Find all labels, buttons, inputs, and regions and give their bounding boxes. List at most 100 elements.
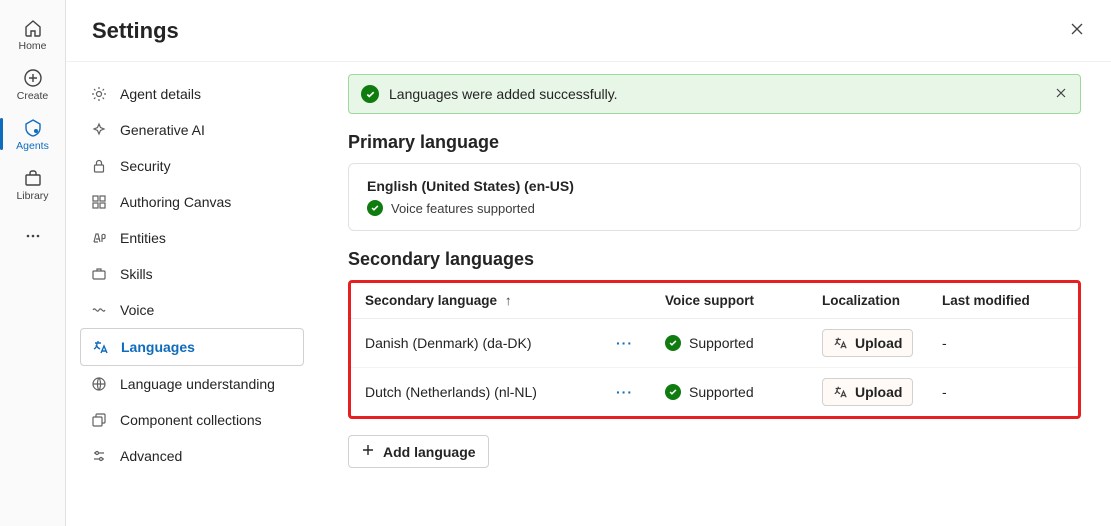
rail-item-library[interactable]: Library — [0, 160, 65, 208]
nav-label: Security — [120, 158, 171, 174]
secondary-heading: Secondary languages — [348, 249, 1081, 270]
table-header-row: Secondary language ↑ Voice support Local… — [351, 283, 1078, 319]
translate-icon — [833, 336, 847, 350]
nav-security[interactable]: Security — [80, 148, 304, 184]
translate-icon — [833, 385, 847, 399]
nav-authoring-canvas[interactable]: Authoring Canvas — [80, 184, 304, 220]
col-header-label: Last modified — [942, 293, 1030, 308]
ellipsis-icon: ··· — [616, 384, 633, 400]
nav-label: Authoring Canvas — [120, 194, 231, 210]
col-header-modified[interactable]: Last modified — [928, 283, 1078, 319]
primary-language-name: English (United States) (en-US) — [367, 178, 1062, 194]
nav-voice[interactable]: Voice — [80, 292, 304, 328]
close-button[interactable] — [1063, 17, 1091, 45]
gear-icon — [90, 85, 108, 103]
translate-icon — [91, 338, 109, 356]
nav-entities[interactable]: Entities — [80, 220, 304, 256]
main: Settings Agent details Generative AI — [66, 0, 1111, 526]
nav-component-collections[interactable]: Component collections — [80, 402, 304, 438]
settings-header: Settings — [66, 0, 1111, 62]
col-header-voice[interactable]: Voice support — [651, 283, 808, 319]
nav-label: Generative AI — [120, 122, 205, 138]
col-header-language[interactable]: Secondary language ↑ — [351, 283, 651, 319]
close-icon — [1069, 21, 1085, 40]
sort-asc-icon: ↑ — [505, 293, 512, 308]
nav-language-understanding[interactable]: Language understanding — [80, 366, 304, 402]
col-header-label: Secondary language — [365, 293, 497, 308]
nav-label: Agent details — [120, 86, 201, 102]
page-title: Settings — [92, 18, 179, 44]
table-row: Dutch (Netherlands) (nl-NL) ··· — [351, 368, 1078, 417]
rail-label: Home — [18, 40, 46, 52]
col-header-label: Voice support — [665, 293, 754, 308]
col-header-label: Localization — [822, 293, 900, 308]
add-language-label: Add language — [383, 444, 476, 460]
close-icon — [1054, 86, 1068, 103]
check-circle-icon — [665, 384, 681, 400]
primary-voice-status-text: Voice features supported — [391, 201, 535, 216]
agent-icon — [23, 118, 43, 138]
nav-label: Language understanding — [120, 376, 275, 392]
last-modified: - — [942, 335, 947, 351]
library-icon — [23, 168, 43, 188]
upload-button-label: Upload — [855, 384, 902, 400]
globe-icon — [90, 375, 108, 393]
sparkle-icon — [90, 121, 108, 139]
nav-label: Component collections — [120, 412, 262, 428]
rail-item-more[interactable] — [0, 218, 65, 252]
nav-languages[interactable]: Languages — [80, 328, 304, 366]
nav-label: Entities — [120, 230, 166, 246]
nav-agent-details[interactable]: Agent details — [80, 76, 304, 112]
col-header-localization[interactable]: Localization — [808, 283, 928, 319]
upload-button[interactable]: Upload — [822, 378, 913, 406]
rail-label: Create — [17, 90, 49, 102]
secondary-languages-table: Secondary language ↑ Voice support Local… — [351, 283, 1078, 416]
primary-voice-status: Voice features supported — [367, 200, 1062, 216]
alert-message: Languages were added successfully. — [389, 86, 1044, 102]
language-name: Dutch (Netherlands) (nl-NL) — [365, 384, 537, 400]
nav-generative-ai[interactable]: Generative AI — [80, 112, 304, 148]
row-more-button[interactable]: ··· — [612, 335, 637, 351]
nav-label: Advanced — [120, 448, 182, 464]
app-root: Home Create Agents Library — [0, 0, 1111, 526]
last-modified: - — [942, 384, 947, 400]
nav-label: Voice — [120, 302, 154, 318]
nav-advanced[interactable]: Advanced — [80, 438, 304, 474]
rail-item-agents[interactable]: Agents — [0, 110, 65, 158]
voice-support-text: Supported — [689, 335, 754, 351]
app-rail: Home Create Agents Library — [0, 0, 66, 526]
plus-icon — [361, 443, 375, 460]
upload-button[interactable]: Upload — [822, 329, 913, 357]
rail-item-home[interactable]: Home — [0, 10, 65, 58]
row-more-button[interactable]: ··· — [612, 384, 637, 400]
rail-label: Library — [16, 190, 48, 202]
check-circle-icon — [367, 200, 383, 216]
sliders-icon — [90, 447, 108, 465]
entity-icon — [90, 229, 108, 247]
wave-icon — [90, 301, 108, 319]
check-circle-icon — [361, 85, 379, 103]
success-alert: Languages were added successfully. — [348, 74, 1081, 114]
lock-icon — [90, 157, 108, 175]
primary-heading: Primary language — [348, 132, 1081, 153]
content: Languages were added successfully. Prima… — [318, 62, 1111, 526]
settings-nav: Agent details Generative AI Security Aut… — [66, 62, 318, 526]
check-circle-icon — [665, 335, 681, 351]
upload-button-label: Upload — [855, 335, 902, 351]
plus-circle-icon — [23, 68, 43, 88]
rail-label: Agents — [16, 140, 49, 152]
home-icon — [23, 18, 43, 38]
table-row: Danish (Denmark) (da-DK) ··· — [351, 319, 1078, 368]
alert-dismiss-button[interactable] — [1054, 86, 1068, 103]
nav-label: Languages — [121, 339, 195, 355]
grid-icon — [90, 193, 108, 211]
settings-body: Agent details Generative AI Security Aut… — [66, 62, 1111, 526]
briefcase-icon — [90, 265, 108, 283]
ellipsis-icon: ··· — [616, 335, 633, 351]
nav-skills[interactable]: Skills — [80, 256, 304, 292]
voice-support-text: Supported — [689, 384, 754, 400]
nav-label: Skills — [120, 266, 153, 282]
language-name: Danish (Denmark) (da-DK) — [365, 335, 531, 351]
add-language-button[interactable]: Add language — [348, 435, 489, 468]
rail-item-create[interactable]: Create — [0, 60, 65, 108]
